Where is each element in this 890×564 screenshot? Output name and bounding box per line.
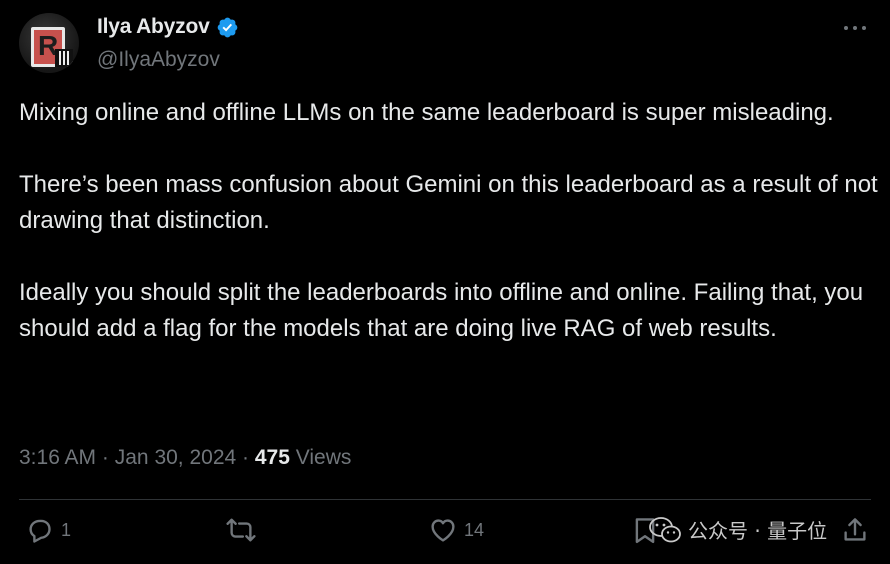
more-icon[interactable] xyxy=(844,18,866,38)
reply-button[interactable]: 1 xyxy=(25,515,71,545)
share-icon xyxy=(844,518,866,541)
views-count[interactable]: 475 xyxy=(255,446,290,469)
tweet-time[interactable]: 3:16 AM xyxy=(19,446,96,469)
more-dot xyxy=(853,26,857,30)
avatar-qr-mark xyxy=(55,49,73,67)
tweet-paragraph: Mixing online and offline LLMs on the sa… xyxy=(19,99,834,126)
meta-separator: · xyxy=(101,446,109,469)
verified-badge-icon xyxy=(217,17,237,37)
meta-separator: · xyxy=(242,446,250,469)
reply-count: 1 xyxy=(61,519,72,540)
wechat-icon xyxy=(649,516,681,542)
heart-icon xyxy=(431,519,455,542)
like-count: 14 xyxy=(464,519,485,540)
tweet-paragraph: There’s been mass confusion about Gemini… xyxy=(19,171,878,234)
avatar[interactable]: R xyxy=(19,13,79,73)
author-display-name[interactable]: Ilya Abyzov xyxy=(97,15,210,39)
tweet-meta: 3:16 AM · Jan 30, 2024 · 475 Views xyxy=(19,446,351,470)
tweet-paragraph: Ideally you should split the leaderboard… xyxy=(19,279,864,342)
retweet-button[interactable] xyxy=(226,515,256,545)
retweet-icon xyxy=(226,518,256,542)
author-handle[interactable]: @IlyaAbyzov xyxy=(97,48,220,72)
tweet-text: Mixing online and offline LLMs on the sa… xyxy=(19,95,879,347)
watermark: 公众号 · 量子位 xyxy=(648,515,827,544)
divider xyxy=(19,499,871,500)
author-name-row: Ilya Abyzov xyxy=(97,15,239,39)
share-button[interactable] xyxy=(840,515,870,545)
tweet-date[interactable]: Jan 30, 2024 xyxy=(115,446,236,469)
watermark-text: 公众号 · 量子位 xyxy=(688,519,828,543)
like-button[interactable]: 14 xyxy=(428,515,484,545)
reply-icon xyxy=(29,519,51,543)
more-dot xyxy=(862,26,866,30)
views-label: Views xyxy=(295,446,352,469)
more-dot xyxy=(844,26,848,30)
